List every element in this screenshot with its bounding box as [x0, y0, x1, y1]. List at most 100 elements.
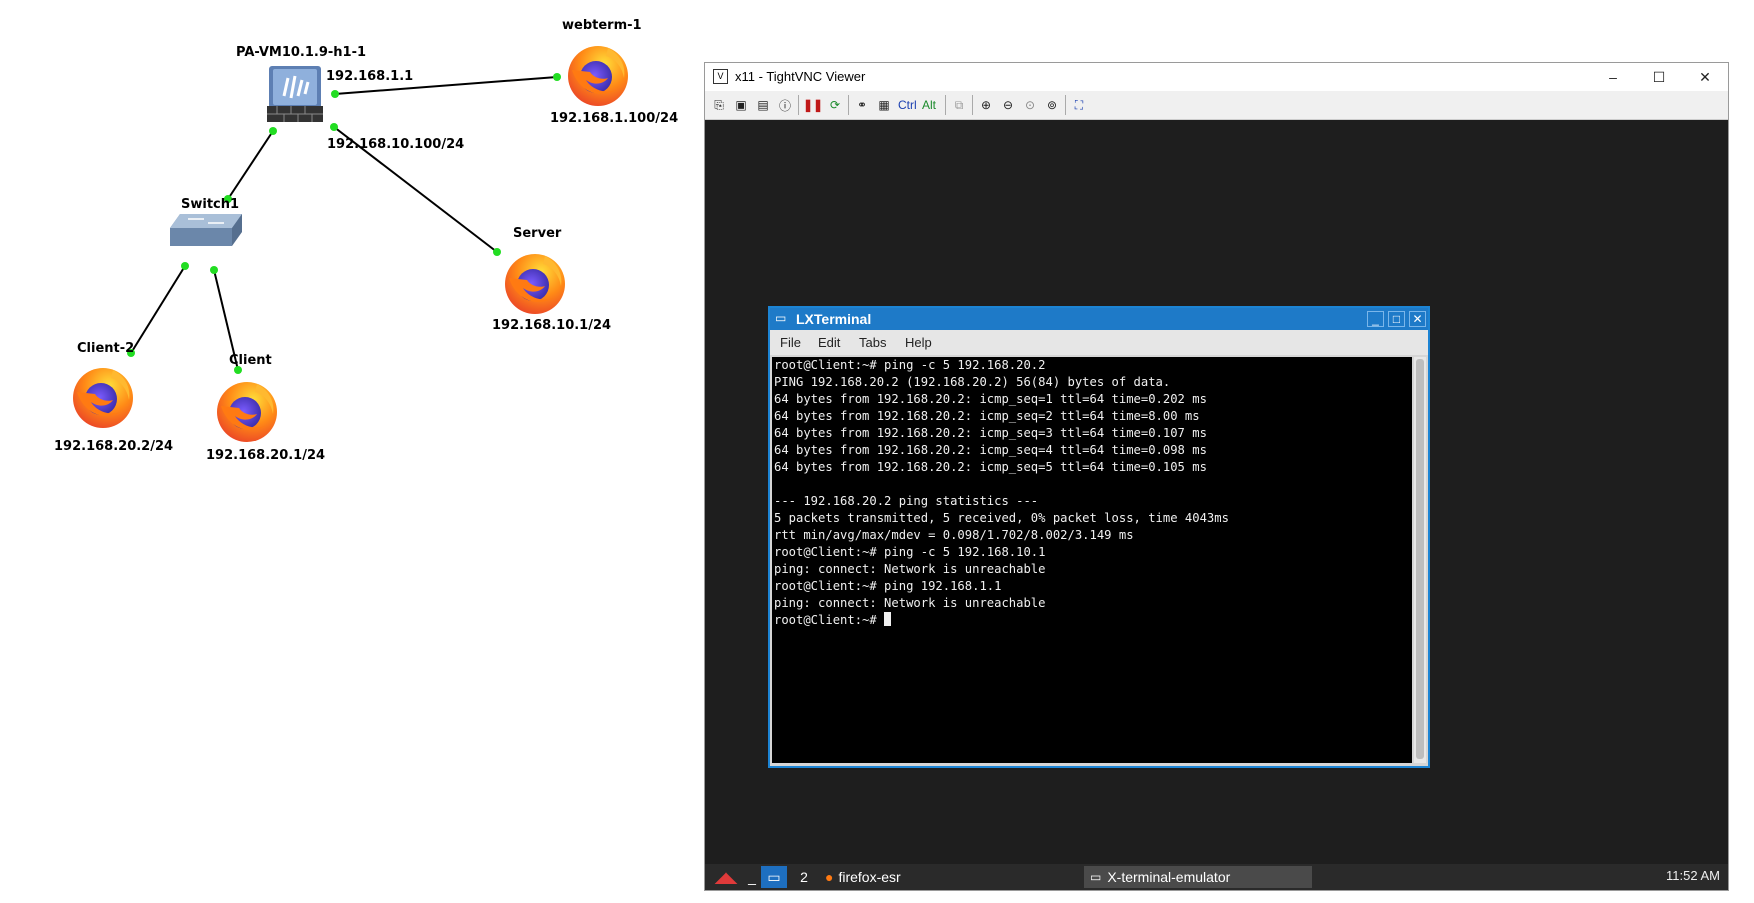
vnc-window-title: x11 - TightVNC Viewer [735, 69, 866, 84]
terminal-line: 64 bytes from 192.168.20.2: icmp_seq=1 t… [774, 392, 1207, 406]
lxt-close-button[interactable]: ✕ [1409, 311, 1426, 327]
lxt-minimize-button[interactable]: _ [1367, 311, 1384, 327]
new-connection-icon[interactable]: ⎘ [710, 96, 728, 114]
ip-label-firewall-wan: 192.168.1.1 [326, 69, 414, 84]
taskbar-clock: 11:52 AM [1666, 868, 1720, 883]
port-dot [493, 248, 501, 256]
send-ctrl-alt-del-icon[interactable]: ⚭ [853, 96, 871, 114]
text-cursor [884, 612, 892, 626]
terminal-line: PING 192.168.20.2 (192.168.20.2) 56(84) … [774, 375, 1171, 389]
ip-label-client2: 192.168.20.2/24 [54, 439, 174, 454]
port-dot [210, 266, 218, 274]
toolbar-separator [945, 95, 946, 115]
task-terminal[interactable]: ▭ X-terminal-emulator [1084, 866, 1312, 888]
menu-tabs[interactable]: Tabs [859, 335, 886, 350]
zoom-100-icon[interactable]: ⊙ [1021, 96, 1039, 114]
port-dot [269, 127, 277, 135]
terminal-line: 64 bytes from 192.168.20.2: icmp_seq=2 t… [774, 409, 1200, 423]
node-label-server: Server [513, 226, 562, 241]
menu-edit[interactable]: Edit [818, 335, 840, 350]
terminal-line: 5 packets transmitted, 5 received, 0% pa… [774, 511, 1229, 525]
task-terminal-label: X-terminal-emulator [1107, 869, 1231, 885]
terminal-line: ping: connect: Network is unreachable [774, 562, 1046, 576]
terminal-line: root@Client:~# ping -c 5 192.168.10.1 [774, 545, 1046, 559]
zoom-in-icon[interactable]: ⊕ [977, 96, 995, 114]
port-dot [331, 90, 339, 98]
firefox-icon[interactable] [69, 362, 137, 430]
terminal-line: --- 192.168.20.2 ping statistics --- [774, 494, 1039, 508]
terminal-line: ping: connect: Network is unreachable [774, 596, 1046, 610]
terminal-prompt: root@Client:~# [774, 613, 885, 627]
toolbar-separator [848, 95, 849, 115]
ip-label-client: 192.168.20.1/24 [206, 448, 326, 463]
vnc-toolbar: ⎘ ▣ ▤ ⓘ ❚❚ ⟳ ⚭ ▦ Ctrl Alt ⧉ ⊕ ⊖ ⊙ ⊚ ⛶ [705, 91, 1728, 120]
clipboard-icon[interactable]: ⧉ [950, 96, 968, 114]
save-icon[interactable]: ▣ [732, 96, 750, 114]
ip-label-server: 192.168.10.1/24 [492, 318, 612, 333]
minimize-button[interactable]: – [1590, 63, 1636, 91]
start-menu-icon[interactable]: ◢◣ [711, 866, 741, 888]
lxterminal-menubar: File Edit Tabs Help [770, 330, 1428, 355]
menu-file[interactable]: File [780, 335, 801, 350]
vnc-title-bar[interactable]: V x11 - TightVNC Viewer – ☐ ✕ [705, 63, 1728, 91]
pause-icon[interactable]: ❚❚ [803, 96, 823, 114]
terminal-line: root@Client:~# ping 192.168.1.1 [774, 579, 1002, 593]
firewall-icon[interactable] [267, 66, 323, 122]
zoom-fit-icon[interactable]: ⊚ [1043, 96, 1061, 114]
lxt-maximize-button[interactable]: □ [1388, 311, 1405, 327]
task-firefox-label: firefox-esr [838, 869, 901, 885]
terminal-line: rtt min/avg/max/mdev = 0.098/1.702/8.002… [774, 528, 1134, 542]
show-desktop-icon[interactable]: _ [745, 866, 759, 888]
vnc-viewer-window[interactable]: V x11 - TightVNC Viewer – ☐ ✕ ⎘ ▣ ▤ ⓘ ❚❚… [704, 62, 1729, 891]
node-label-firewall: PA-VM10.1.9-h1-1 [236, 45, 367, 60]
toolbar-separator [798, 95, 799, 115]
info-icon[interactable]: ⓘ [776, 96, 794, 114]
send-ctrl-esc-icon[interactable]: ▦ [875, 96, 893, 114]
firefox-icon: ● [825, 869, 834, 885]
terminal-line: root@Client:~# ping -c 5 192.168.20.2 [774, 358, 1046, 372]
alt-toggle[interactable]: Alt [922, 98, 936, 112]
workspace-2[interactable]: 2 [791, 866, 817, 888]
maximize-button[interactable]: ☐ [1636, 63, 1682, 91]
zoom-out-icon[interactable]: ⊖ [999, 96, 1017, 114]
close-button[interactable]: ✕ [1682, 63, 1728, 91]
firefox-icon[interactable] [501, 248, 569, 316]
port-dot [181, 262, 189, 270]
menu-help[interactable]: Help [905, 335, 932, 350]
lxterminal-window[interactable]: ▭ LXTerminal _ □ ✕ File Edit Tabs Help r… [768, 306, 1430, 768]
terminal-line: 64 bytes from 192.168.20.2: icmp_seq=4 t… [774, 443, 1207, 457]
vnc-app-icon: V [713, 69, 728, 84]
toolbar-separator [972, 95, 973, 115]
node-label-client2: Client-2 [77, 341, 135, 356]
switch-icon[interactable] [170, 214, 242, 246]
port-dot [553, 73, 561, 81]
remote-desktop[interactable]: ▭ LXTerminal _ □ ✕ File Edit Tabs Help r… [705, 120, 1728, 890]
terminal-prompt-line[interactable]: root@Client:~# [774, 612, 1410, 629]
link-fw-switch[interactable] [227, 130, 274, 200]
terminal-scrollbar[interactable] [1414, 357, 1426, 763]
node-label-client: Client [229, 353, 272, 368]
lxterminal-title-bar[interactable]: ▭ LXTerminal _ □ ✕ [770, 308, 1428, 330]
firefox-icon[interactable] [213, 376, 281, 444]
workspace-1-icon[interactable]: ▭ [761, 866, 787, 888]
remote-taskbar: ◢◣ _ ▭ 2 ● firefox-esr ▭ X-terminal-emul… [705, 864, 1728, 890]
options-icon[interactable]: ▤ [754, 96, 772, 114]
toolbar-separator [1065, 95, 1066, 115]
port-dot [330, 123, 338, 131]
terminal-line: 64 bytes from 192.168.20.2: icmp_seq=5 t… [774, 460, 1207, 474]
ip-label-firewall-dmz: 192.168.10.100/24 [327, 137, 465, 152]
node-label-webterm: webterm-1 [562, 18, 642, 33]
lxterminal-title: LXTerminal [796, 311, 872, 327]
link-switch-client2[interactable] [130, 265, 186, 354]
ctrl-toggle[interactable]: Ctrl [898, 98, 917, 112]
scrollbar-thumb[interactable] [1416, 359, 1424, 759]
terminal-output[interactable]: root@Client:~# ping -c 5 192.168.20.2 PIN… [772, 357, 1412, 763]
task-firefox[interactable]: ● firefox-esr [821, 866, 1041, 888]
terminal-icon: ▭ [775, 311, 787, 325]
fullscreen-icon[interactable]: ⛶ [1070, 96, 1088, 114]
refresh-icon[interactable]: ⟳ [826, 96, 844, 114]
firefox-icon[interactable] [564, 40, 632, 108]
node-label-switch: Switch1 [181, 197, 240, 212]
terminal-icon: ▭ [1090, 870, 1102, 884]
